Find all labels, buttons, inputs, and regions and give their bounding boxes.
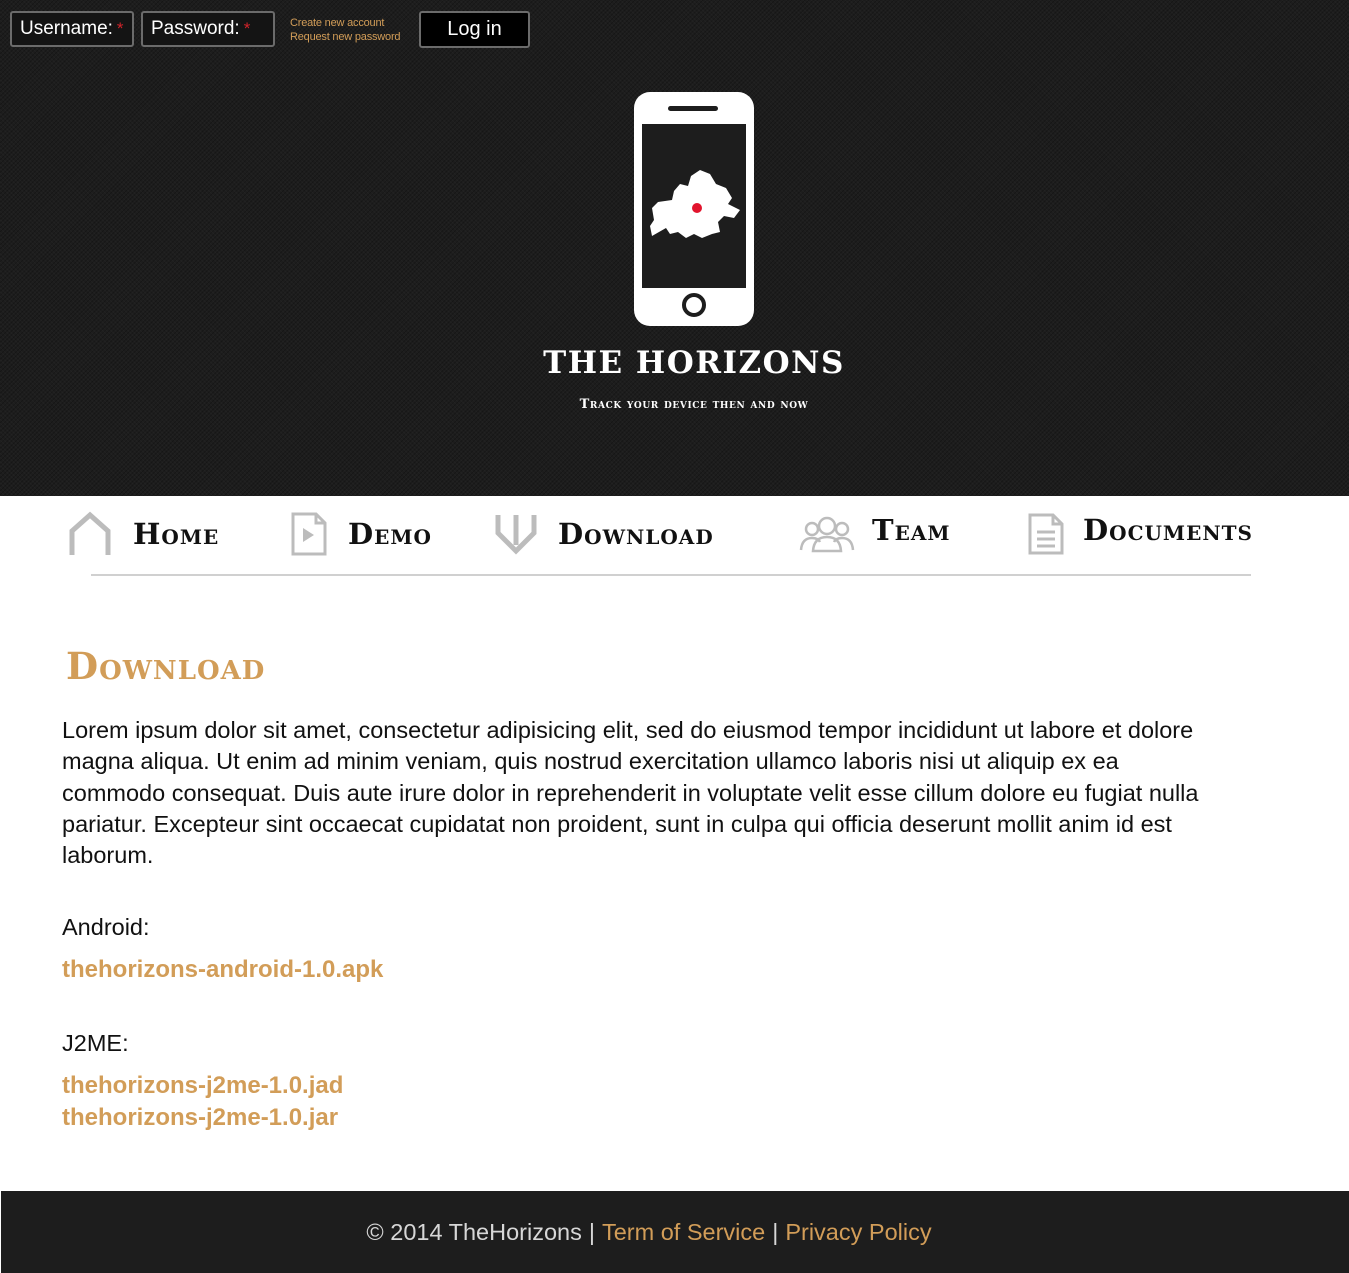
- footer-separator: |: [588, 1218, 595, 1245]
- nav-item-label: Team: [872, 513, 951, 547]
- nav-item-label: Home: [133, 517, 220, 551]
- site-title: THE HORIZONS: [543, 345, 845, 381]
- password-label: Password:: [151, 18, 240, 39]
- nav-item-label: Documents: [1083, 513, 1253, 547]
- site-tagline: Track your device then and now: [579, 397, 809, 412]
- down-arrow-icon: [495, 515, 537, 555]
- footer-separator: |: [772, 1218, 779, 1245]
- nav-divider: [91, 574, 1251, 576]
- team-icon: [799, 516, 855, 553]
- nav-item-label: Download: [558, 517, 714, 551]
- login-button[interactable]: Log in: [419, 11, 530, 48]
- site-header: Username: * Password: * Create new accou…: [0, 0, 1349, 496]
- privacy-link[interactable]: Privacy Policy: [785, 1219, 931, 1246]
- j2me-jad-link[interactable]: thehorizons-j2me-1.0.jad: [62, 1072, 343, 1100]
- request-password-link[interactable]: Request new password: [290, 30, 401, 44]
- play-document-icon: [291, 512, 327, 556]
- username-label: Username:: [20, 18, 113, 39]
- nav-item-documents[interactable]: Documents: [1027, 506, 1253, 562]
- j2me-jar-link[interactable]: thehorizons-j2me-1.0.jar: [62, 1104, 338, 1132]
- nav-item-team[interactable]: Team: [798, 506, 950, 562]
- document-icon: [1028, 513, 1064, 555]
- page-title: Download: [66, 644, 266, 688]
- j2me-label: J2ME:: [62, 1030, 129, 1056]
- home-icon: [69, 511, 111, 555]
- nav-item-download[interactable]: Download: [494, 506, 714, 562]
- create-account-link[interactable]: Create new account: [290, 16, 400, 30]
- nav-item-demo[interactable]: Demo: [290, 506, 432, 562]
- nav-item-label: Demo: [348, 517, 432, 551]
- site-footer: © 2014 TheHorizons | Term of Service | P…: [1, 1191, 1349, 1273]
- terms-link[interactable]: Term of Service: [602, 1219, 765, 1246]
- account-links: Create new account Request new password: [290, 16, 401, 44]
- intro-text: Lorem ipsum dolor sit amet, consectetur …: [62, 717, 1199, 869]
- required-mark: *: [243, 19, 251, 38]
- copyright-text: © 2014 TheHorizons: [366, 1218, 582, 1245]
- nav-item-home[interactable]: Home: [66, 506, 219, 562]
- android-apk-link[interactable]: thehorizons-android-1.0.apk: [62, 956, 383, 984]
- username-field[interactable]: Username: *: [10, 11, 134, 47]
- required-mark: *: [116, 19, 124, 38]
- password-field[interactable]: Password: *: [141, 11, 275, 47]
- android-label: Android:: [62, 914, 150, 940]
- phone-map-logo-icon: [634, 92, 754, 326]
